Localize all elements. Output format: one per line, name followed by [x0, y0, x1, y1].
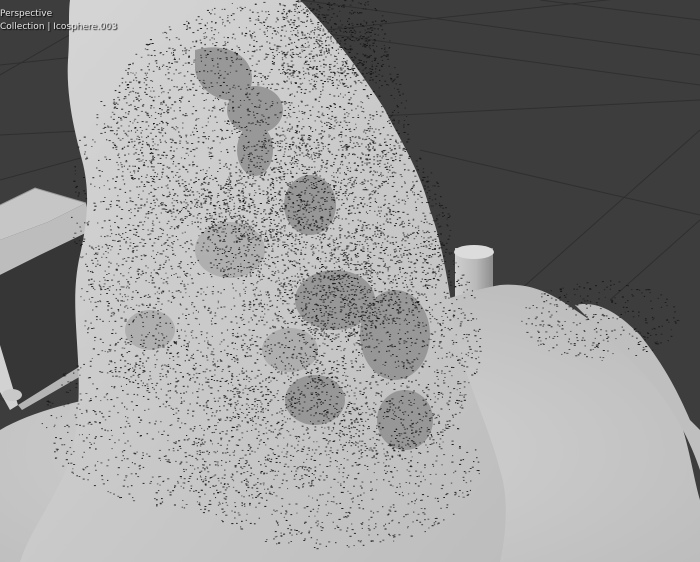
view-mode-label: Perspective [0, 9, 53, 19]
3d-viewport[interactable]: Perspective Collection | Icosphere.003 [0, 0, 700, 562]
viewport-scene [0, 0, 700, 562]
small-sphere-mesh [2, 389, 22, 401]
object-info-label: Collection | Icosphere.003 [0, 22, 118, 32]
